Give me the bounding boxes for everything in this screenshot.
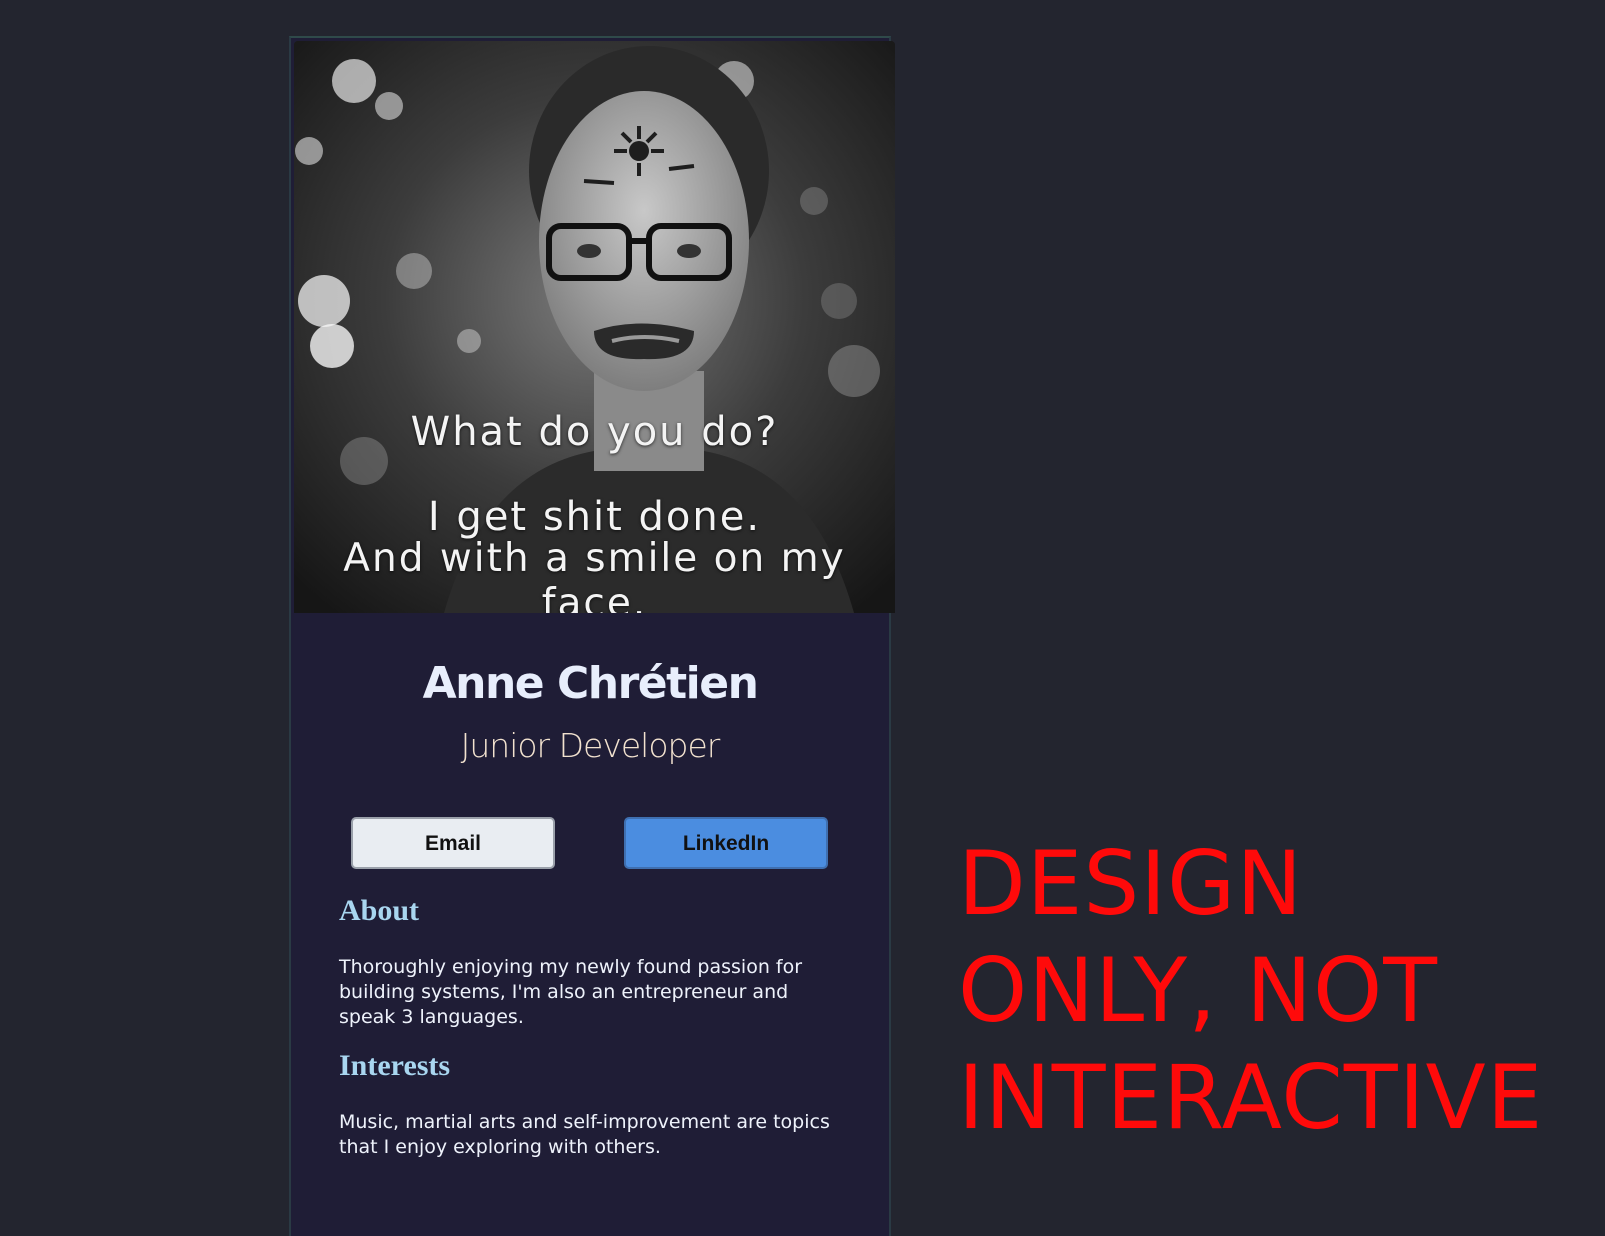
notice-line-3: INTERACTIVE	[958, 1046, 1544, 1149]
email-button[interactable]: Email	[351, 817, 555, 869]
about-text: Thoroughly enjoying my newly found passi…	[339, 956, 803, 1028]
about-heading: About	[339, 894, 420, 927]
profile-photo: What do you do? I get shit done. And wit…	[294, 41, 895, 613]
notice-line-1: DESIGN	[958, 832, 1304, 935]
photo-caption-question: What do you do?	[410, 409, 779, 455]
profile-role: Junior Developer	[460, 726, 721, 765]
interests-heading: Interests	[339, 1049, 451, 1082]
design-only-notice: DESIGN ONLY, NOT INTERACTIVE	[958, 830, 1558, 1151]
profile-card: What do you do? I get shit done. And wit…	[289, 36, 895, 1236]
photo-caption-answer: I get shit done.	[427, 494, 762, 540]
interests-text: Music, martial arts and self-improvement…	[339, 1111, 830, 1158]
profile-name: Anne Chrétien	[422, 658, 759, 709]
notice-line-2: ONLY, NOT	[958, 939, 1438, 1042]
linkedin-button[interactable]: LinkedIn	[624, 817, 828, 869]
photo-caption-smile: And with a smile on my face.	[343, 536, 846, 613]
